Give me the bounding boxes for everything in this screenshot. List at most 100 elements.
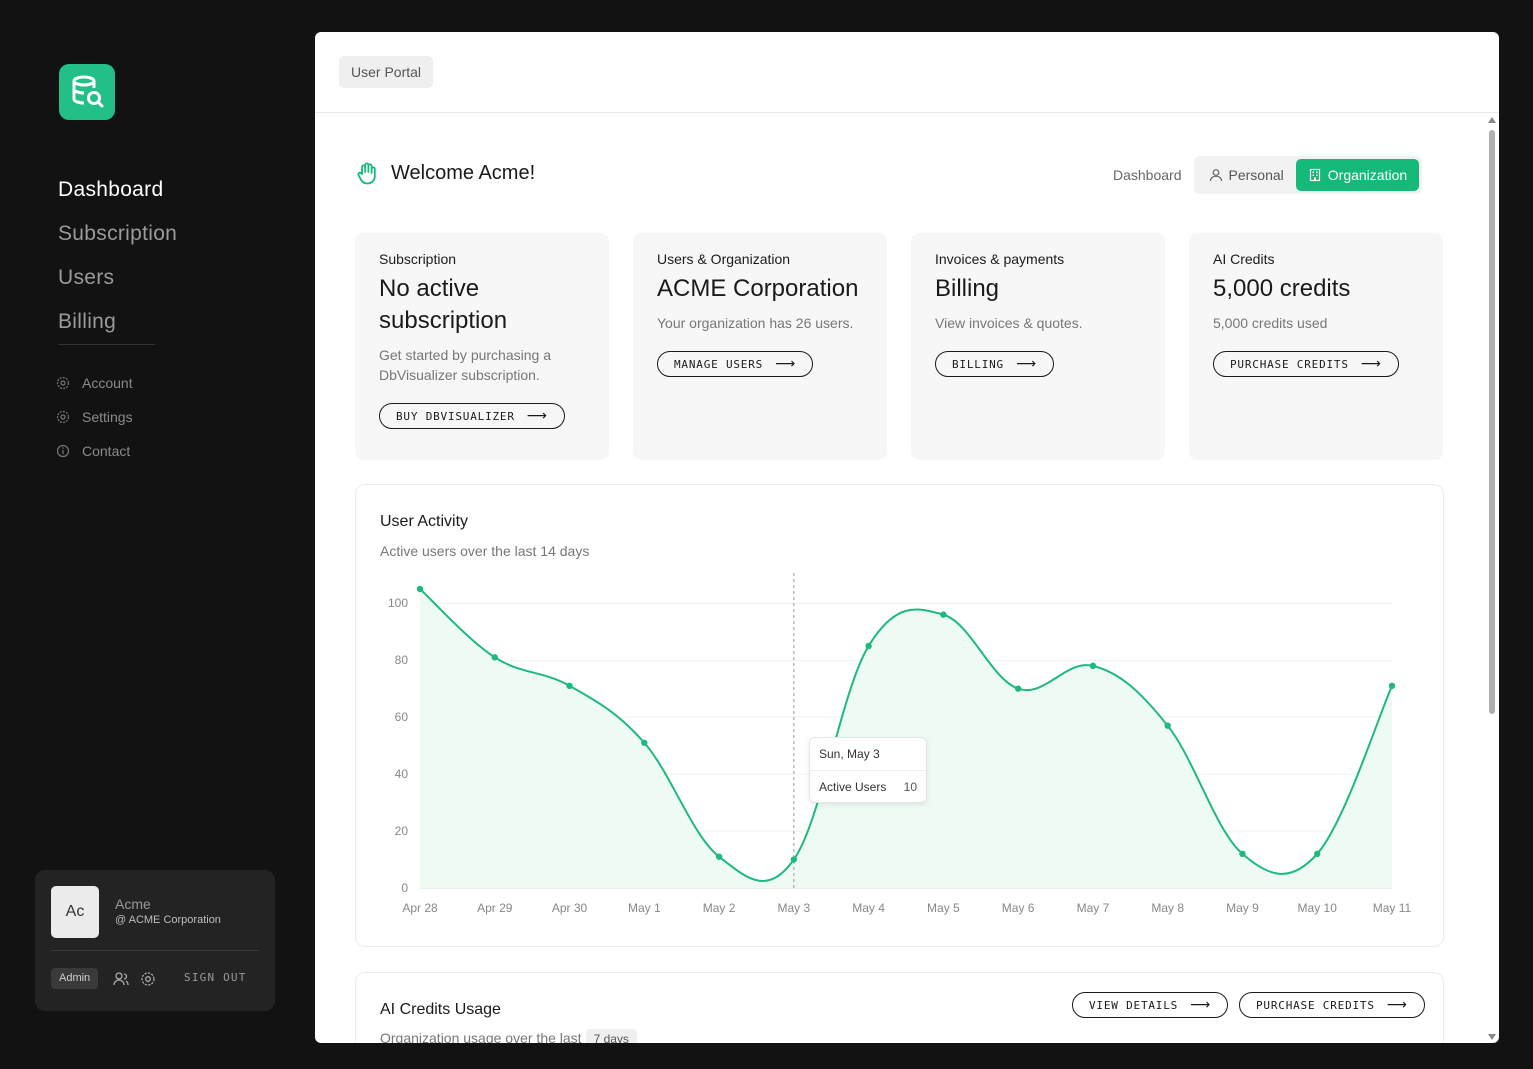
card-title: ACME Corporation [657, 275, 859, 302]
billing-button[interactable]: BILLING ⟶ [935, 351, 1054, 377]
main-content: User Portal Welcome Acme! Dashboard Pers… [315, 32, 1499, 1043]
x-tick-label: May 9 [1226, 901, 1259, 915]
card-ai-credits: AI Credits 5,000 credits 5,000 credits u… [1189, 233, 1443, 460]
gear-icon[interactable] [140, 971, 156, 987]
credits-usage-subtitle-text: Organization usage over the last [380, 1030, 582, 1043]
period-badge[interactable]: 7 days [585, 1029, 637, 1043]
data-point [491, 654, 498, 661]
x-tick-label: May 3 [778, 901, 811, 915]
nav-settings-label: Settings [82, 409, 133, 425]
gear-icon [56, 410, 70, 424]
user-card-divider [51, 950, 259, 951]
x-tick-label: May 11 [1373, 901, 1412, 915]
nav-contact[interactable]: Contact [56, 434, 133, 468]
data-point [566, 682, 573, 690]
x-tick-label: May 1 [628, 901, 661, 915]
breadcrumb[interactable]: User Portal [339, 56, 434, 88]
card-kicker: Users & Organization [657, 251, 791, 267]
nav-subscription[interactable]: Subscription [58, 212, 177, 256]
card-title: Billing [935, 275, 1000, 302]
y-tick-label: 0 [401, 881, 408, 895]
credits-usage-subtitle: Organization usage over the last 7 days [380, 1029, 637, 1043]
tooltip-divider [810, 770, 926, 771]
nav-settings[interactable]: Settings [56, 400, 133, 434]
data-point [790, 856, 798, 863]
x-tick-label: May 8 [1151, 901, 1184, 915]
card-subscription: Subscription No active subscription Get … [355, 233, 609, 460]
x-tick-label: May 5 [927, 901, 960, 915]
x-tick-label: Apr 28 [402, 901, 438, 915]
arrow-right-icon: ⟶ [775, 356, 796, 372]
data-point [1164, 722, 1171, 729]
user-icon [1209, 169, 1222, 182]
y-tick-label: 100 [388, 596, 408, 610]
view-toggle-area: Dashboard Personal Organization [1113, 156, 1423, 194]
arrow-right-icon: ⟶ [1190, 997, 1211, 1013]
data-point [940, 611, 947, 618]
x-tick-label: May 6 [1002, 901, 1035, 915]
nav-billing[interactable]: Billing [58, 300, 177, 344]
ai-credits-usage-panel: AI Credits Usage Organization usage over… [355, 972, 1444, 1043]
toggle-organization-label: Organization [1327, 167, 1408, 183]
view-toggle: Personal Organization [1193, 156, 1423, 194]
welcome-title: Welcome Acme! [391, 161, 536, 184]
button-label: VIEW DETAILS [1089, 998, 1179, 1012]
nav-account[interactable]: Account [56, 366, 133, 400]
users-icon[interactable] [113, 971, 129, 987]
avatar[interactable]: Ac [51, 886, 99, 938]
arrow-right-icon: ⟶ [1360, 356, 1382, 372]
card-kicker: Invoices & payments [935, 251, 1065, 267]
purchase-credits-button[interactable]: PURCHASE CREDITS ⟶ [1213, 351, 1399, 377]
arrow-right-icon: ⟶ [526, 408, 548, 424]
card-billing: Invoices & payments Billing View invoice… [911, 233, 1165, 460]
data-point [715, 853, 723, 860]
building-icon [1309, 168, 1320, 182]
card-title: 5,000 credits [1213, 275, 1351, 302]
data-point [1239, 850, 1246, 858]
data-point [865, 642, 872, 650]
card-description: Get started by purchasing a DbVisualizer… [379, 347, 551, 383]
user-card: Ac Acme @ ACME Corporation Admin SIGN OU… [35, 870, 275, 1011]
y-tick-label: 60 [395, 710, 409, 724]
card-users-organization: Users & Organization ACME Corporation Yo… [633, 233, 887, 460]
toggle-personal[interactable]: Personal [1197, 159, 1296, 191]
y-tick-label: 20 [395, 824, 409, 838]
data-point [641, 739, 648, 746]
database-search-icon [72, 75, 104, 108]
activity-chart[interactable]: 0 20 40 60 80 100 Apr 28 Apr 29 Apr 30 May 1 May 2… [356, 485, 1445, 948]
x-tick-label: May 2 [703, 901, 736, 915]
chart-tooltip: Sun, May 3 Active Users 10 [809, 737, 927, 803]
button-label: PURCHASE CREDITS [1230, 357, 1349, 371]
role-badge: Admin [51, 968, 99, 989]
data-point [1314, 850, 1321, 858]
scroll-thumb[interactable] [1489, 130, 1495, 714]
buy-dbvisualizer-button[interactable]: BUY DBVISUALIZER ⟶ [379, 403, 565, 429]
gear-icon [56, 376, 70, 390]
nav-dashboard[interactable]: Dashboard [58, 168, 177, 212]
user-organization: @ ACME Corporation [115, 914, 221, 926]
main-nav: Dashboard Subscription Users Billing [58, 168, 177, 344]
scrollbar[interactable] [1485, 116, 1499, 1043]
nav-account-label: Account [82, 375, 133, 391]
user-activity-panel: User Activity Active users over the last… [355, 484, 1444, 947]
nav-users[interactable]: Users [58, 256, 177, 300]
button-label: BILLING [952, 357, 1004, 371]
manage-users-button[interactable]: MANAGE USERS ⟶ [657, 351, 813, 377]
view-details-button[interactable]: VIEW DETAILS ⟶ [1072, 992, 1228, 1018]
top-bar: User Portal [315, 32, 1499, 113]
purchase-credits-usage-button[interactable]: PURCHASE CREDITS ⟶ [1239, 992, 1425, 1018]
credits-usage-title: AI Credits Usage [380, 1001, 501, 1018]
scroll-down-icon[interactable] [1488, 1033, 1496, 1041]
info-icon [56, 444, 70, 458]
button-label: PURCHASE CREDITS [1256, 998, 1375, 1012]
sign-out-button[interactable]: SIGN OUT [184, 971, 247, 984]
toggle-organization[interactable]: Organization [1295, 159, 1420, 191]
button-label: MANAGE USERS [674, 357, 764, 371]
user-name: Acme [115, 896, 151, 912]
tooltip-date: Sun, May 3 [819, 747, 880, 761]
scroll-up-icon[interactable] [1488, 116, 1496, 124]
arrow-right-icon: ⟶ [1015, 356, 1037, 372]
sidebar: Dashboard Subscription Users Billing Acc… [0, 0, 315, 1069]
app-logo[interactable] [59, 64, 115, 120]
card-description: View invoices & quotes. [935, 315, 1083, 331]
